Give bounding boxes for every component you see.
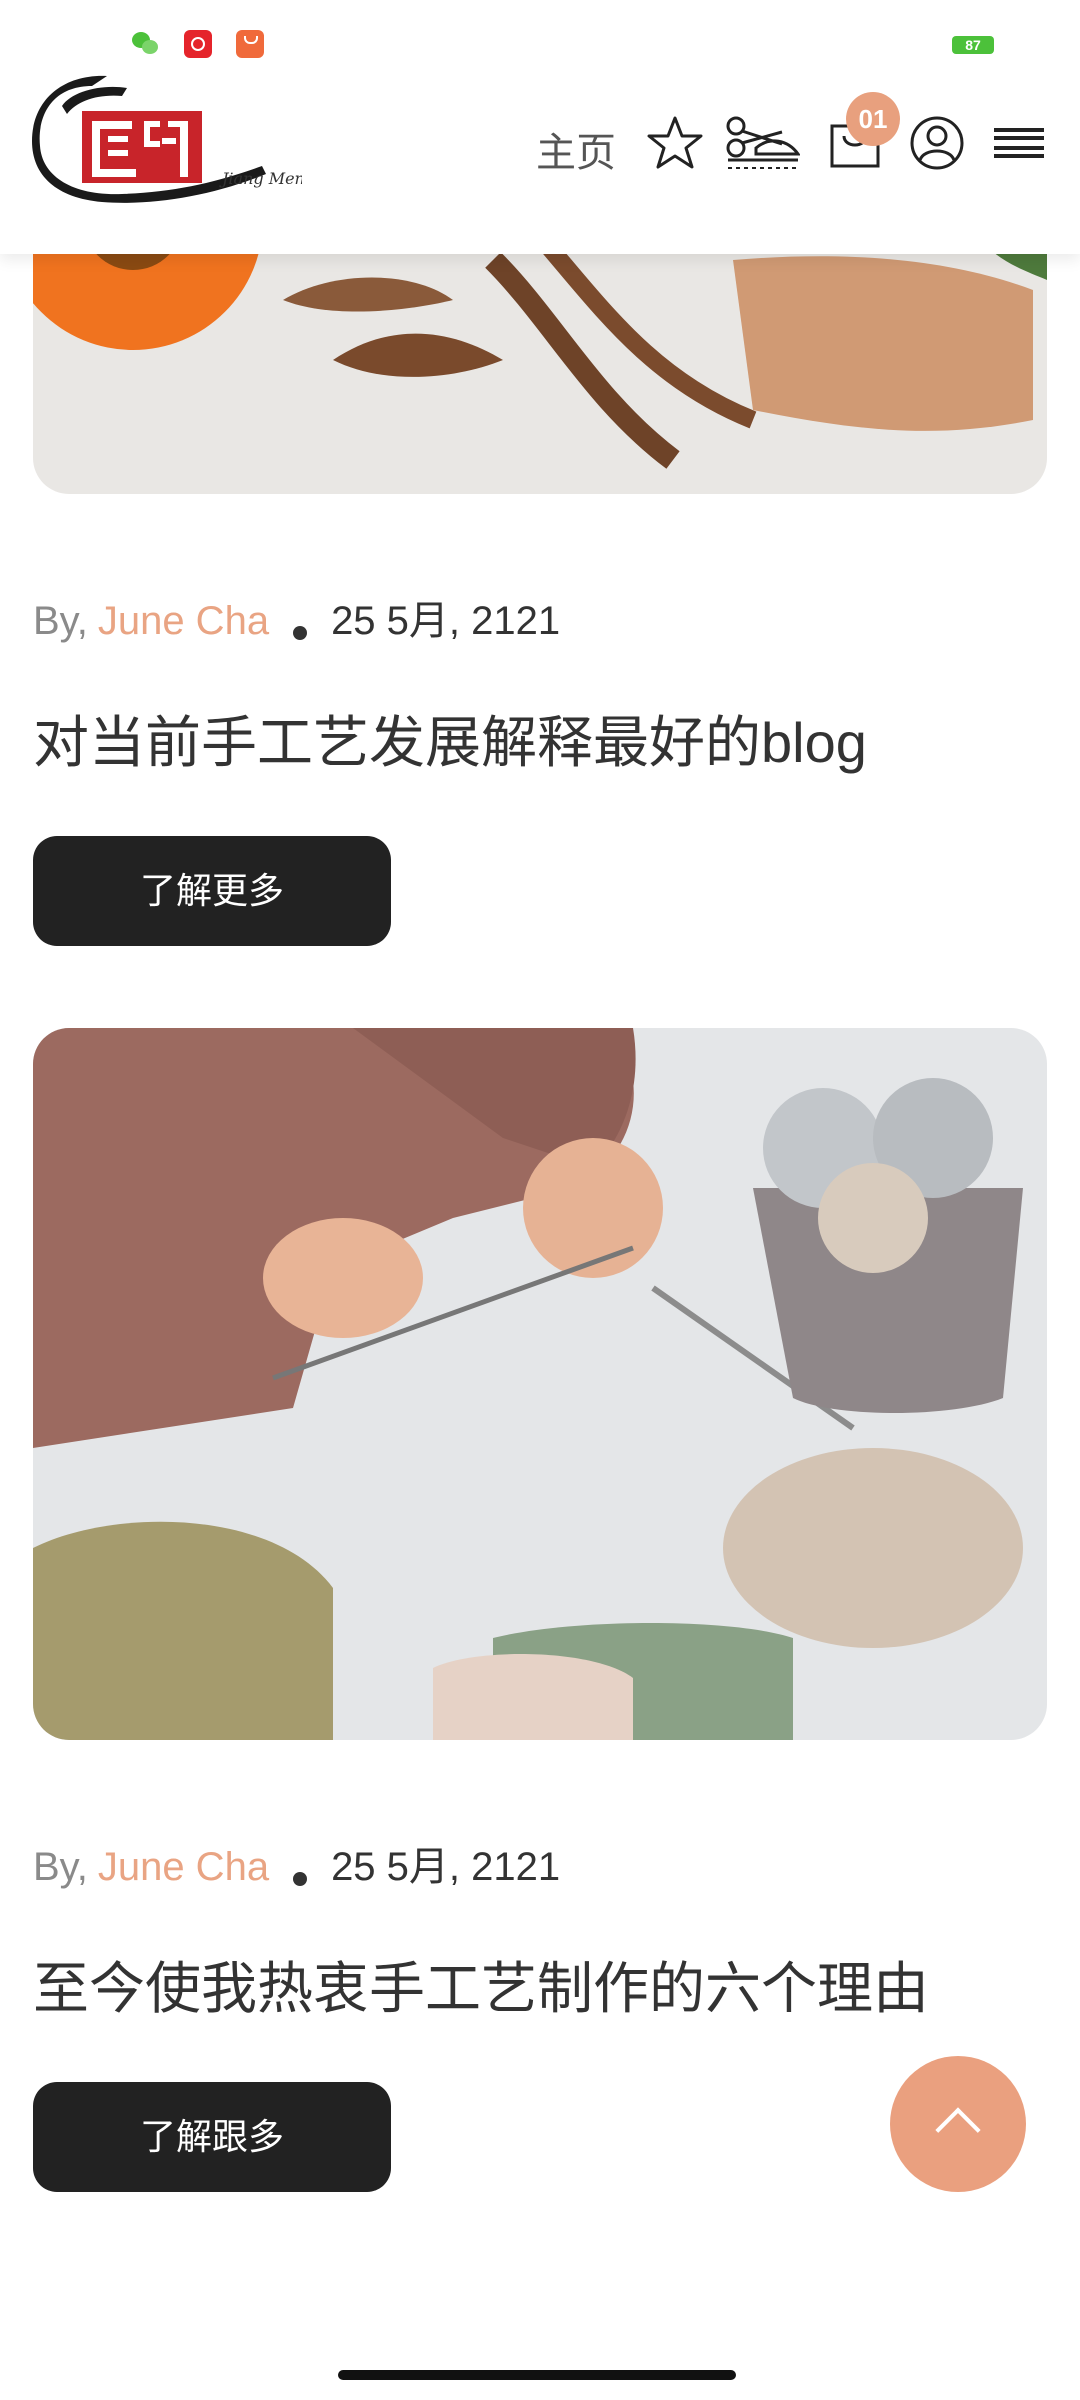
post-image-knitting[interactable] — [33, 1028, 1047, 1740]
read-more-button[interactable]: 了解跟多 — [33, 2082, 391, 2192]
status-bar: 87 — [0, 0, 1080, 70]
home-indicator[interactable] — [338, 2370, 736, 2380]
logo[interactable]: Jiang Men — [32, 66, 305, 206]
post-title[interactable]: 对当前手工艺发展解释最好的blog — [33, 698, 867, 779]
post-author-link[interactable]: June Cha — [98, 599, 269, 643]
battery-indicator: 87 — [952, 36, 994, 54]
back-to-top-button[interactable] — [890, 2056, 1026, 2192]
svg-text:Jiang Men: Jiang Men — [219, 169, 302, 188]
menu-icon[interactable] — [990, 114, 1048, 172]
post-by-label: By, — [33, 1845, 88, 1889]
post-meta: By, June Cha 25 5月, 2121 — [33, 588, 560, 646]
nav-home-link[interactable]: 主页 — [536, 120, 616, 178]
post-author-link[interactable]: June Cha — [98, 1845, 269, 1889]
post-title[interactable]: 至今使我热衷手工艺制作的六个理由 — [33, 1944, 929, 2025]
music-app-icon — [184, 30, 212, 58]
user-icon[interactable] — [908, 114, 966, 172]
star-icon[interactable] — [646, 114, 704, 172]
post-date: 25 5月, 2121 — [331, 599, 561, 643]
post-by-label: By, — [33, 599, 88, 643]
post-meta: By, June Cha 25 5月, 2121 — [33, 1834, 560, 1892]
post-date: 25 5月, 2121 — [331, 1845, 561, 1889]
site-header: 87 Jiang Men 主页 01 — [0, 0, 1080, 254]
separator-dot — [293, 1872, 308, 1886]
shopping-app-icon — [236, 30, 264, 58]
cart-count-badge: 01 — [846, 92, 900, 146]
scissors-icon[interactable] — [722, 114, 801, 172]
separator-dot — [293, 626, 308, 640]
read-more-button[interactable]: 了解更多 — [33, 836, 391, 946]
wechat-icon — [132, 30, 160, 58]
